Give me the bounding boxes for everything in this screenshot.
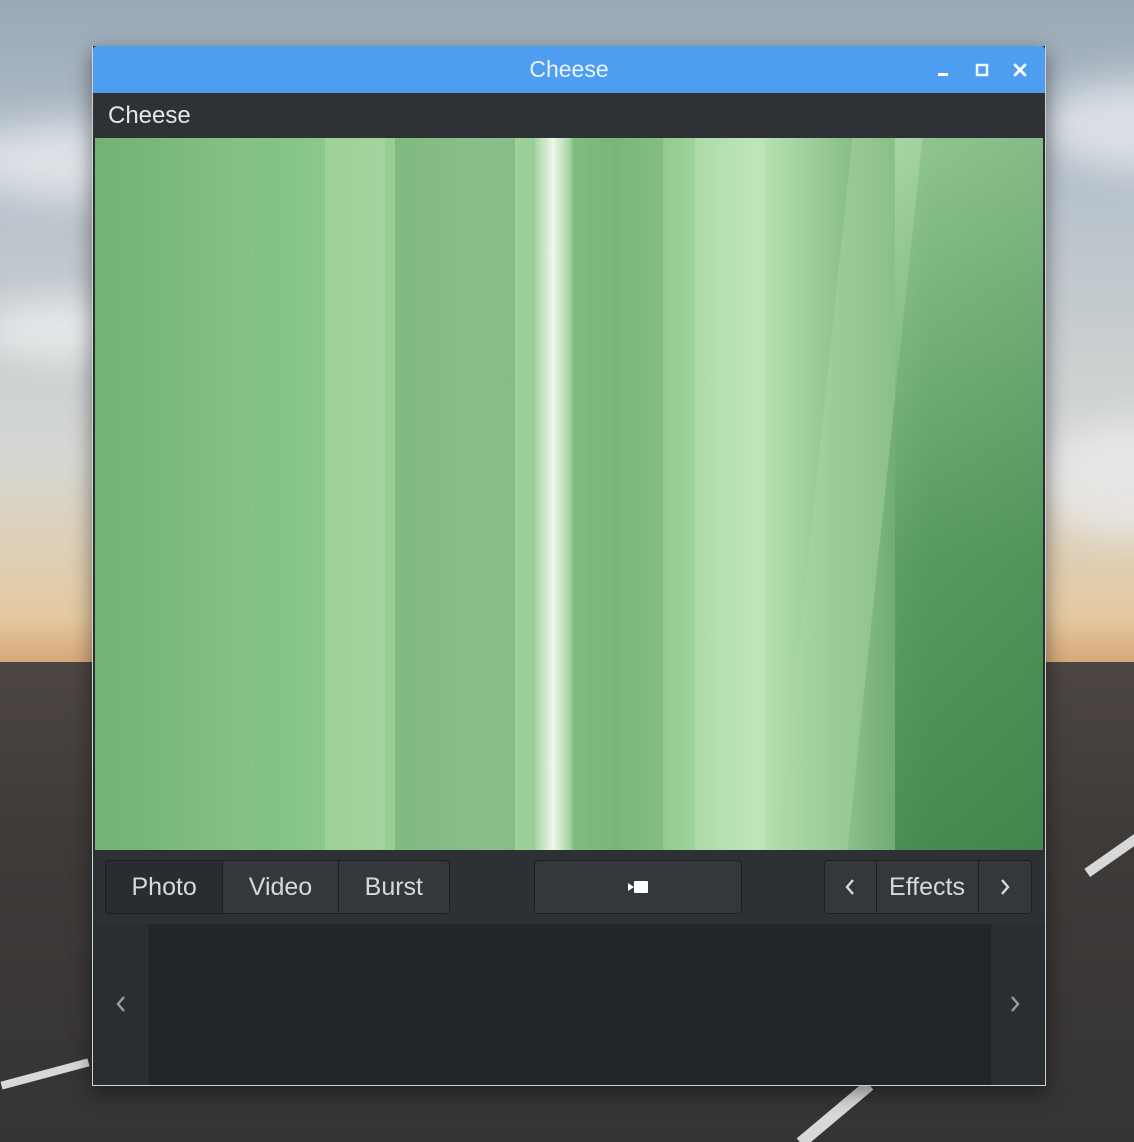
close-icon xyxy=(1013,63,1027,77)
window-title: Cheese xyxy=(529,56,609,82)
capture-group xyxy=(534,860,742,914)
cloud xyxy=(1040,420,1134,540)
header-bar: Cheese xyxy=(93,93,1045,138)
viewfinder-shade xyxy=(95,138,255,850)
cheese-window: Cheese Cheese Photo Video Burst Effects xyxy=(92,46,1046,1086)
minimize-icon xyxy=(938,73,948,76)
maximize-button[interactable] xyxy=(970,58,994,82)
effects-button[interactable]: Effects xyxy=(876,861,979,913)
viewfinder-shade xyxy=(895,138,1043,850)
maximize-icon xyxy=(975,63,989,77)
mode-photo-button[interactable]: Photo xyxy=(106,861,224,913)
chevron-left-icon xyxy=(845,879,855,895)
thumbnail-area xyxy=(93,924,1045,1085)
video-camera-icon xyxy=(628,881,648,893)
chevron-right-icon xyxy=(1011,996,1020,1012)
cloud xyxy=(1040,80,1134,170)
mode-burst-button[interactable]: Burst xyxy=(338,861,449,913)
mode-switcher: Photo Video Burst xyxy=(105,860,450,914)
chevron-left-icon xyxy=(116,996,125,1012)
capture-button[interactable] xyxy=(535,861,741,913)
viewfinder-shade xyxy=(395,138,515,850)
minimize-button[interactable] xyxy=(931,58,955,82)
app-title: Cheese xyxy=(108,102,191,129)
viewfinder-shade xyxy=(695,138,765,850)
close-button[interactable] xyxy=(1008,58,1032,82)
thumbnail-strip[interactable] xyxy=(149,924,991,1085)
effects-group: Effects xyxy=(824,860,1032,914)
controls-bar: Photo Video Burst Effects xyxy=(93,850,1045,924)
camera-viewfinder xyxy=(95,138,1043,850)
viewfinder-shade xyxy=(325,138,385,850)
viewfinder-shade xyxy=(573,138,663,850)
effects-next-button[interactable] xyxy=(978,861,1031,913)
window-titlebar[interactable]: Cheese xyxy=(93,46,1045,93)
effects-prev-button[interactable] xyxy=(825,861,877,913)
thumbnails-prev-button[interactable] xyxy=(101,984,141,1024)
chevron-right-icon xyxy=(1000,879,1010,895)
viewfinder-highlight xyxy=(535,138,571,850)
mode-video-button[interactable]: Video xyxy=(223,861,339,913)
thumbnails-next-button[interactable] xyxy=(995,984,1035,1024)
